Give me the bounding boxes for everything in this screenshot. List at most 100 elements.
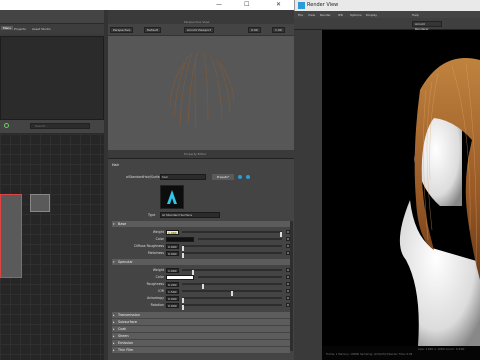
3d-viewport[interactable] [108, 36, 294, 150]
type-label: Type [148, 213, 156, 217]
property-slider[interactable] [182, 231, 282, 237]
property-value-field[interactable]: 1.000 [166, 267, 179, 273]
property-slider[interactable] [182, 252, 282, 258]
property-label: Color [155, 237, 164, 241]
renderer-dropdown[interactable]: Arnold Viewport [184, 27, 214, 33]
outliner-panel[interactable] [0, 36, 104, 120]
menu-help[interactable]: Help [412, 13, 419, 17]
exposure-field[interactable]: 0.00 [248, 27, 261, 33]
close-button[interactable]: ✕ [276, 1, 281, 9]
property-row: IOR 1.500 [112, 288, 290, 296]
render-stats-label: Frame: 1 Memory: 100Mb Sampling: [2/2/2/… [326, 353, 413, 356]
property-label: Roughness [146, 282, 164, 286]
hair-node[interactable] [30, 194, 50, 212]
property-value-field[interactable]: 0.000 [166, 295, 179, 301]
property-row: Color [112, 236, 290, 242]
property-slider[interactable] [182, 290, 282, 296]
property-editor-title: Property Editor [184, 152, 207, 156]
render-image[interactable] [322, 30, 480, 346]
presets-button[interactable]: Presets* [212, 174, 234, 180]
viewport-toolbar: Perspective Default Arnold Viewport 0.00… [108, 24, 294, 36]
property-value-field[interactable]: 1.000 [166, 229, 179, 235]
section-coat[interactable]: Coat [112, 326, 290, 332]
property-editor: Hair aiStandardHair/Surface hair Presets… [108, 158, 294, 360]
tab-menu[interactable]: Menu [1, 26, 14, 30]
shader-label: aiStandardHair/Surface [126, 175, 164, 179]
property-row: Rotation 0.000 [112, 302, 290, 310]
property-row: Anisotropy 0.000 [112, 295, 290, 303]
arnold-logo-icon [167, 190, 177, 204]
render-view-sidebar [294, 30, 322, 346]
property-value-field[interactable]: 0.000 [166, 243, 179, 249]
section-thin-film[interactable]: Thin Film [112, 347, 290, 353]
slider-handle[interactable] [182, 252, 184, 258]
tab-projects[interactable]: Projects [14, 27, 26, 31]
property-label: Anisotropy [146, 296, 164, 300]
property-slider[interactable] [182, 297, 282, 303]
graph-icon[interactable] [238, 175, 242, 179]
maximize-button[interactable]: ☐ [244, 1, 249, 9]
section-subsurface[interactable]: Subsurface [112, 319, 290, 325]
property-scrollbar[interactable] [290, 221, 293, 351]
property-row: Diffuse Roughness 0.000 [112, 243, 290, 251]
menu-view[interactable]: View [308, 13, 315, 17]
maya-logo-icon [298, 2, 305, 9]
menu-ipr[interactable]: IPR [338, 13, 343, 17]
property-value-field[interactable]: 0.200 [166, 281, 179, 287]
node-type-label: Hair [112, 163, 119, 167]
property-value-field[interactable]: 1.500 [166, 288, 179, 294]
property-slider[interactable] [182, 283, 282, 289]
property-value-field[interactable]: 0.000 [166, 250, 179, 256]
property-label: IOR [158, 289, 164, 293]
property-row: Weight 1.000 [112, 229, 290, 237]
display-dropdown[interactable]: Default [144, 27, 161, 33]
refresh-icon[interactable] [246, 175, 250, 179]
property-slider[interactable] [182, 304, 282, 310]
type-dropdown[interactable]: AI Standard Surface [160, 212, 220, 218]
render-size-label: size: 1920 x 1080 zoom: 0.200 [418, 347, 465, 351]
property-slider[interactable] [182, 245, 282, 251]
property-label: Weight [152, 230, 164, 234]
menu-display[interactable]: Display [366, 13, 377, 17]
section-emission[interactable]: Emission [112, 340, 290, 346]
graph-icon[interactable] [4, 123, 9, 128]
shader-thumbnail [160, 185, 184, 209]
render-view-menubar: File View Render IPR Options Display Hel… [294, 11, 480, 18]
section-transmission[interactable]: Transmission [112, 312, 290, 318]
property-label: Metalness [147, 251, 164, 255]
color-slider[interactable] [198, 276, 282, 278]
shader-node[interactable] [0, 194, 22, 278]
menu-file[interactable]: File [298, 13, 303, 17]
property-value-field[interactable]: 0.000 [166, 302, 179, 308]
hair-wireframe-preview [169, 51, 235, 129]
property-row: Weight 1.000 [112, 267, 290, 275]
node-editor-canvas[interactable] [0, 134, 104, 360]
property-label: Color [155, 275, 164, 279]
hair-render [399, 58, 480, 346]
main-title-bar: — ☐ ✕ [0, 0, 294, 10]
color-swatch[interactable] [166, 274, 194, 280]
property-row: Color [112, 274, 290, 280]
color-slider[interactable] [198, 238, 282, 240]
search-input[interactable]: Search... [30, 123, 90, 129]
property-row: Roughness 0.200 [112, 281, 290, 289]
node-editor-toolbar: Search... [0, 120, 104, 134]
color-swatch[interactable] [166, 236, 194, 242]
section-sheen[interactable]: Sheen [112, 333, 290, 339]
camera-dropdown[interactable]: Perspective [110, 27, 134, 33]
menu-render[interactable]: Render [320, 13, 331, 17]
gamma-field[interactable]: 1.00 [272, 27, 285, 33]
section-base[interactable]: Base [112, 221, 290, 227]
tab-asset-studio[interactable]: Asset Studio [32, 27, 51, 31]
shader-name-field[interactable]: hair [160, 174, 206, 180]
slider-handle[interactable] [182, 304, 184, 310]
renderer-select[interactable]: Arnold Renderer [412, 21, 442, 31]
render-view-title: Render View [307, 2, 339, 8]
minimize-button[interactable]: — [216, 1, 222, 9]
outliner-tabbar: Menu Projects Asset Studio [0, 24, 104, 34]
render-view-title-bar: Render View [294, 0, 480, 11]
menu-options[interactable]: Options [350, 13, 362, 17]
section-specular[interactable]: Specular [112, 259, 290, 265]
property-slider[interactable] [182, 269, 282, 275]
render-status-bar: size: 1920 x 1080 zoom: 0.200 Frame: 1 M… [322, 346, 480, 360]
